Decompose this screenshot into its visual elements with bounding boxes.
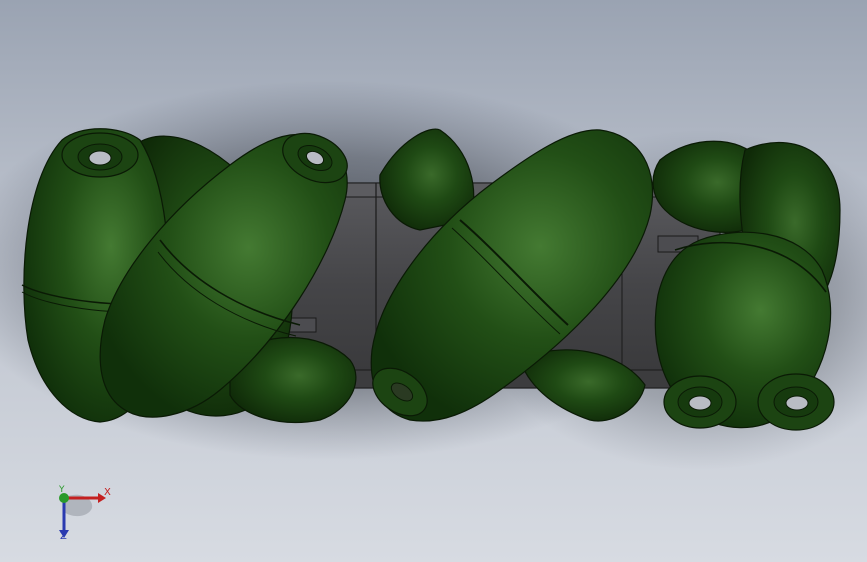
- orientation-triad[interactable]: X Y Z: [50, 484, 120, 546]
- roller-front-right: [654, 231, 835, 431]
- mecanum-wheel-model[interactable]: [0, 0, 867, 562]
- model-viewport[interactable]: X Y Z: [0, 0, 867, 562]
- z-axis-label: Z: [60, 531, 67, 542]
- y-axis-label: Y: [59, 485, 65, 495]
- x-axis-label: X: [104, 487, 111, 498]
